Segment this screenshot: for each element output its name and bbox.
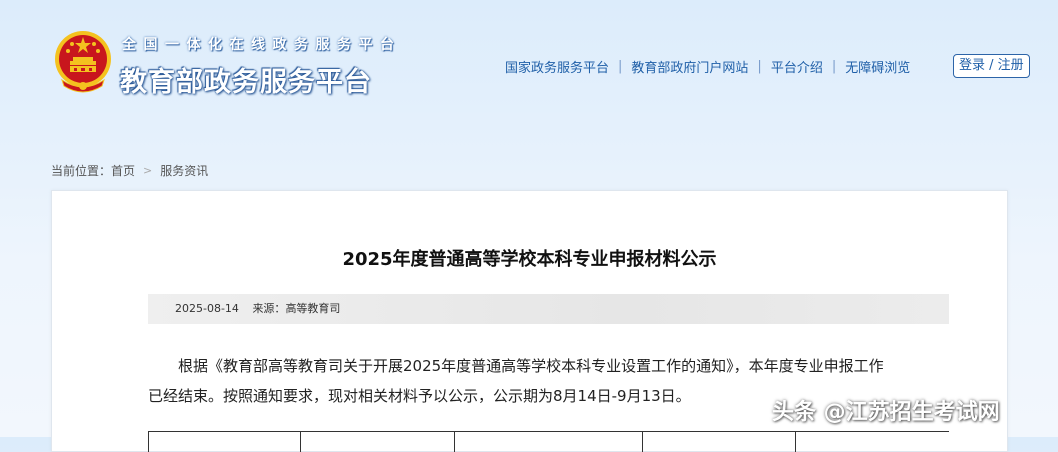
watermark: 头条 @江苏招生考试网 [772,400,1000,425]
breadcrumb: 当前位置： 首页 > 服务资讯 [51,162,208,179]
breadcrumb-section-link[interactable]: 服务资讯 [160,162,208,179]
table-column-border [642,432,643,452]
article-meta-bar: 2025-08-14 来源：高等教育司 [148,294,949,324]
nav-link-moe-portal[interactable]: 教育部政府门户网站 [631,57,748,76]
article-source-label: 来源： [252,302,286,315]
breadcrumb-prefix: 当前位置： [51,164,112,178]
nav-link-accessibility[interactable]: 无障碍浏览 [845,57,910,76]
chevron-right-icon: > [143,164,153,177]
site-title[interactable]: 教育部政务服务平台 [120,60,372,99]
nav-separator: | [618,59,623,74]
site-header: 全国一体化在线政务服务平台 教育部政务服务平台 国家政务服务平台 | 教育部政府… [0,0,1058,150]
materials-table [148,431,949,452]
table-column-border [300,432,301,452]
table-column-border [454,432,455,452]
article-source: 高等教育司 [285,302,341,315]
article-date: 2025-08-14 [175,302,239,315]
nav-separator: | [831,59,837,74]
site-subtitle: 全国一体化在线政务服务平台 [122,37,402,53]
breadcrumb-home-link[interactable]: 首页 [111,162,135,179]
nav-separator: | [757,59,762,74]
table-column-border [148,432,149,452]
national-emblem-icon[interactable] [52,28,114,96]
nav-link-platform-intro[interactable]: 平台介绍 [771,57,823,76]
nav-link-national-platform[interactable]: 国家政务服务平台 [505,57,609,76]
table-column-border [795,432,796,452]
login-register-button[interactable]: 登录 / 注册 [953,54,1030,78]
article-title: 2025年度普通高等学校本科专业申报材料公示 [342,249,717,270]
top-nav: 国家政务服务平台 | 教育部政府门户网站 | 平台介绍 | 无障碍浏览 [505,57,910,76]
article-paragraph-line: 根据《教育部高等教育司关于开展2025年度普通高等学校本科专业设置工作的通知》，… [178,357,884,375]
